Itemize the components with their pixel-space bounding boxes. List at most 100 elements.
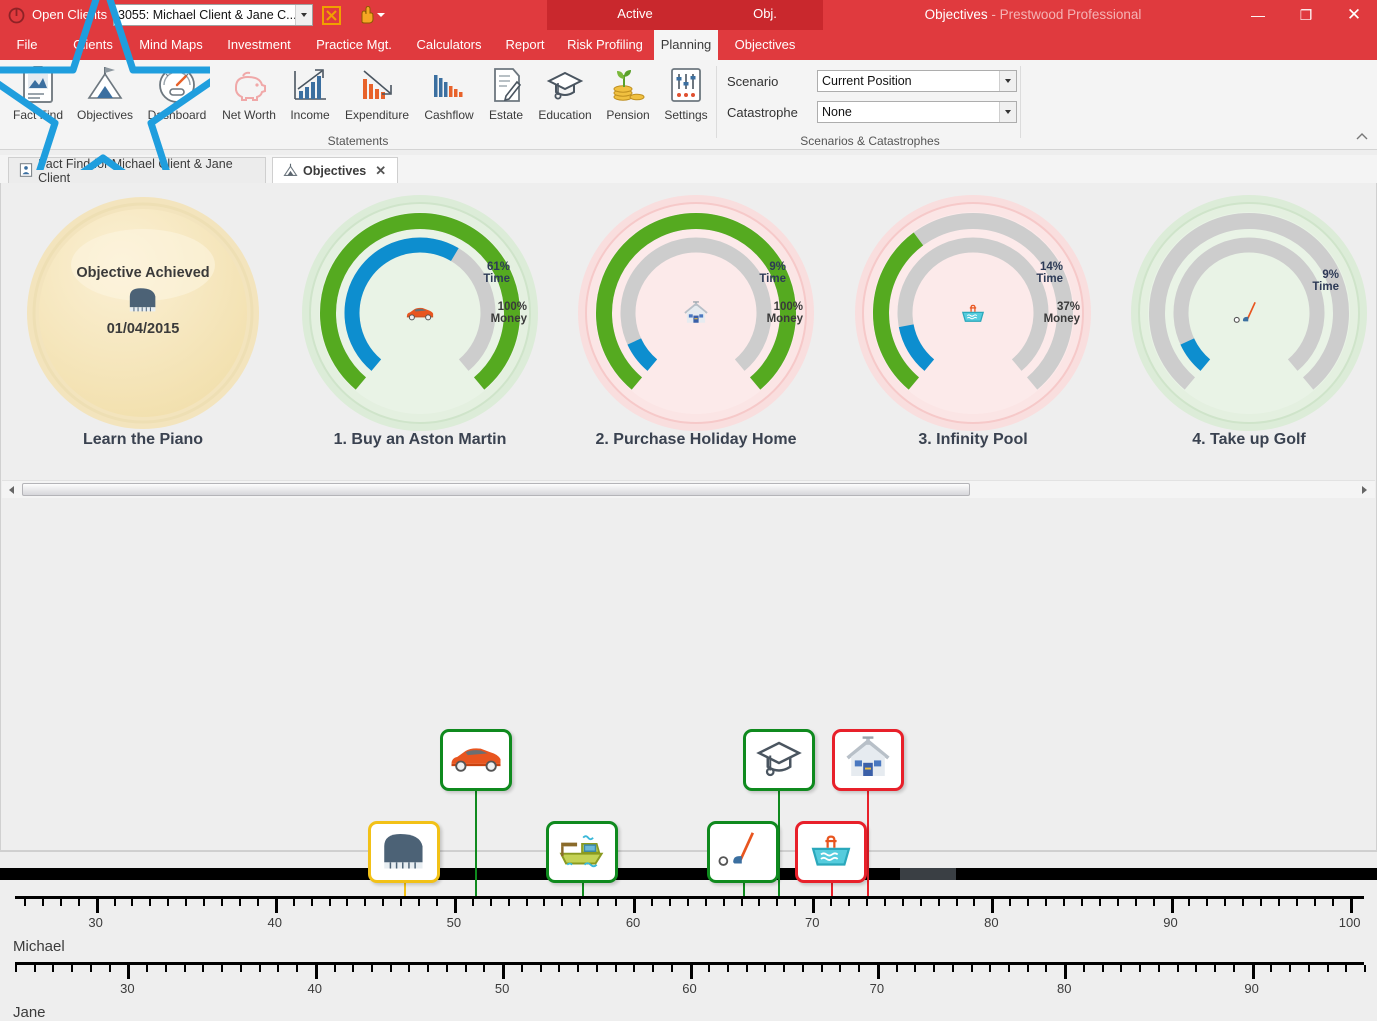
axis-minor-tick bbox=[955, 899, 958, 906]
objective-gauge[interactable]: Objective Achieved 01/04/2015 bbox=[13, 193, 273, 433]
ribbon-button-label: Settings bbox=[664, 108, 708, 122]
axis-minor-tick bbox=[1120, 965, 1123, 972]
ribbon-button-settings[interactable]: Settings bbox=[655, 63, 717, 122]
axis-minor-tick bbox=[1232, 965, 1235, 972]
objectives-tab-icon bbox=[283, 163, 298, 178]
obj-context-label: Obj. bbox=[753, 6, 777, 21]
objective-gauge[interactable]: 14% Time 37% Money bbox=[843, 193, 1103, 433]
axis-minor-tick bbox=[370, 965, 373, 972]
axis-minor-tick bbox=[839, 965, 842, 972]
axis-minor-tick bbox=[507, 899, 510, 906]
axis-minor-tick bbox=[1082, 965, 1085, 972]
axis-minor-tick bbox=[686, 899, 689, 906]
ribbon-button-expenditure[interactable]: Expenditure bbox=[335, 63, 419, 122]
objective-card[interactable]: 61% Time 100% Money 1. Buy an Aston Martin bbox=[282, 193, 558, 469]
ribbon-button-estate[interactable]: Estate bbox=[479, 63, 533, 122]
menu-item-objectives[interactable]: Objectives bbox=[722, 30, 808, 60]
ribbon-button-label: Expenditure bbox=[344, 108, 410, 122]
document-tab-objectives[interactable]: Objectives ✕ bbox=[272, 157, 398, 183]
axis-minor-tick bbox=[23, 899, 26, 906]
axis-minor-tick bbox=[1045, 965, 1048, 972]
scenario-value: Current Position bbox=[822, 74, 912, 88]
timeline-marker-card[interactable] bbox=[368, 821, 440, 883]
axis-minor-tick bbox=[668, 899, 671, 906]
timeline-marker-card[interactable] bbox=[795, 821, 867, 883]
menu-item-investment[interactable]: Investment bbox=[214, 30, 304, 60]
axis-minor-tick bbox=[561, 899, 564, 906]
ribbon-button-pension[interactable]: Pension bbox=[599, 63, 657, 122]
axis-minor-tick bbox=[1188, 899, 1191, 906]
axis-minor-tick bbox=[597, 899, 600, 906]
objective-card[interactable]: Objective Achieved 01/04/2015 Learn the Pi… bbox=[5, 193, 281, 469]
objective-gauge[interactable]: 61% Time 100% Money bbox=[290, 193, 550, 433]
ribbon-button-education[interactable]: Education bbox=[529, 63, 601, 122]
objective-time-caption: Time bbox=[1312, 281, 1339, 294]
taskbar-active-item[interactable] bbox=[900, 868, 956, 880]
timeline-marker-card[interactable] bbox=[440, 729, 512, 791]
objective-card[interactable]: 9% Time 100% Money 2. Purchase Holiday Home bbox=[558, 193, 834, 469]
menu-item-report[interactable]: Report bbox=[494, 30, 556, 60]
timeline-marker-card[interactable] bbox=[707, 821, 779, 883]
menu-item-risk-profiling[interactable]: Risk Profiling bbox=[556, 30, 654, 60]
axis-minor-tick bbox=[650, 899, 653, 906]
timeline-marker-card[interactable] bbox=[546, 821, 618, 883]
chevron-down-icon[interactable] bbox=[295, 5, 312, 25]
ribbon-button-net-worth[interactable]: Net Worth bbox=[214, 63, 284, 122]
objective-gauge[interactable]: 9% Time bbox=[1119, 193, 1377, 433]
horizontal-scroll-thumb[interactable] bbox=[22, 483, 970, 496]
axis-minor-tick bbox=[418, 899, 421, 906]
fact-find-tab-icon bbox=[19, 163, 33, 178]
hand-pointer-icon[interactable] bbox=[355, 5, 377, 25]
maximize-button[interactable]: ❐ bbox=[1283, 0, 1329, 30]
axis-minor-tick bbox=[525, 899, 528, 906]
axis-minor-tick bbox=[776, 899, 779, 906]
axis-minor-tick bbox=[970, 965, 973, 972]
objective-card[interactable]: 9% Time 4. Take up Golf bbox=[1111, 193, 1377, 469]
close-tab-icon[interactable]: ✕ bbox=[375, 163, 386, 179]
axis-minor-tick bbox=[794, 899, 797, 906]
axis-major-tick bbox=[1349, 899, 1353, 913]
menu-item-planning[interactable]: Planning bbox=[654, 30, 718, 60]
client-selector-combo[interactable]: 3055: Michael Client & Jane C... bbox=[113, 4, 313, 26]
minimize-button[interactable]: — bbox=[1235, 0, 1281, 30]
axis-minor-tick bbox=[937, 899, 940, 906]
ribbon-button-dashboard[interactable]: Dashboard bbox=[138, 63, 216, 122]
menu-item-mind-maps[interactable]: Mind Maps bbox=[128, 30, 214, 60]
timeline-marker-card[interactable] bbox=[832, 729, 904, 791]
axis-minor-tick bbox=[328, 899, 331, 906]
objective-card[interactable]: 14% Time 37% Money 3. Infinity Pool bbox=[835, 193, 1111, 469]
chevron-down-icon[interactable] bbox=[999, 102, 1016, 122]
document-tab-fact-find[interactable]: Fact Find for Michael Client & Jane Clie… bbox=[8, 157, 266, 185]
objective-caption: Learn the Piano bbox=[82, 431, 204, 448]
axis-minor-tick bbox=[740, 899, 743, 906]
close-button[interactable]: ✕ bbox=[1331, 0, 1377, 30]
menu-item-file[interactable]: File bbox=[8, 30, 46, 60]
scenario-combo[interactable]: Current Position bbox=[817, 70, 1017, 92]
objective-time-caption: Time bbox=[1036, 273, 1063, 286]
document-tab-bar: Fact Find for Michael Client & Jane Clie… bbox=[0, 155, 1377, 185]
scroll-right-arrow-icon[interactable] bbox=[1356, 481, 1373, 498]
scenario-label: Scenario bbox=[727, 73, 779, 89]
ribbon-separator-2 bbox=[1020, 66, 1021, 138]
close-client-icon[interactable] bbox=[322, 6, 341, 25]
ribbon-button-income[interactable]: Income bbox=[281, 63, 339, 122]
menu-item-clients[interactable]: Clients bbox=[60, 30, 126, 60]
objective-gauge[interactable]: 9% Time 100% Money bbox=[566, 193, 826, 433]
ribbon-button-cashflow[interactable]: Cashflow bbox=[415, 63, 483, 122]
menu-item-calculators[interactable]: Calculators bbox=[404, 30, 494, 60]
timeline-marker-card[interactable] bbox=[743, 729, 815, 791]
hand-dropdown-arrow-icon[interactable] bbox=[377, 13, 385, 17]
axis-major-tick bbox=[991, 899, 995, 913]
chevron-up-icon[interactable] bbox=[1355, 130, 1369, 144]
menu-item-practice-mgt[interactable]: Practice Mgt. bbox=[304, 30, 404, 60]
ribbon-button-fact-find[interactable]: Fact Find bbox=[4, 63, 72, 122]
catastrophe-combo[interactable]: None bbox=[817, 101, 1017, 123]
axis-minor-tick bbox=[408, 965, 411, 972]
horizontal-scrollbar[interactable] bbox=[2, 480, 1375, 498]
ribbon-button-objectives[interactable]: Objectives bbox=[70, 63, 140, 122]
axis-minor-tick bbox=[238, 899, 241, 906]
scroll-left-arrow-icon[interactable] bbox=[3, 481, 20, 498]
objective-time-label: 61% Time bbox=[450, 261, 510, 286]
chevron-down-icon[interactable] bbox=[999, 71, 1016, 91]
house-icon bbox=[674, 297, 718, 329]
